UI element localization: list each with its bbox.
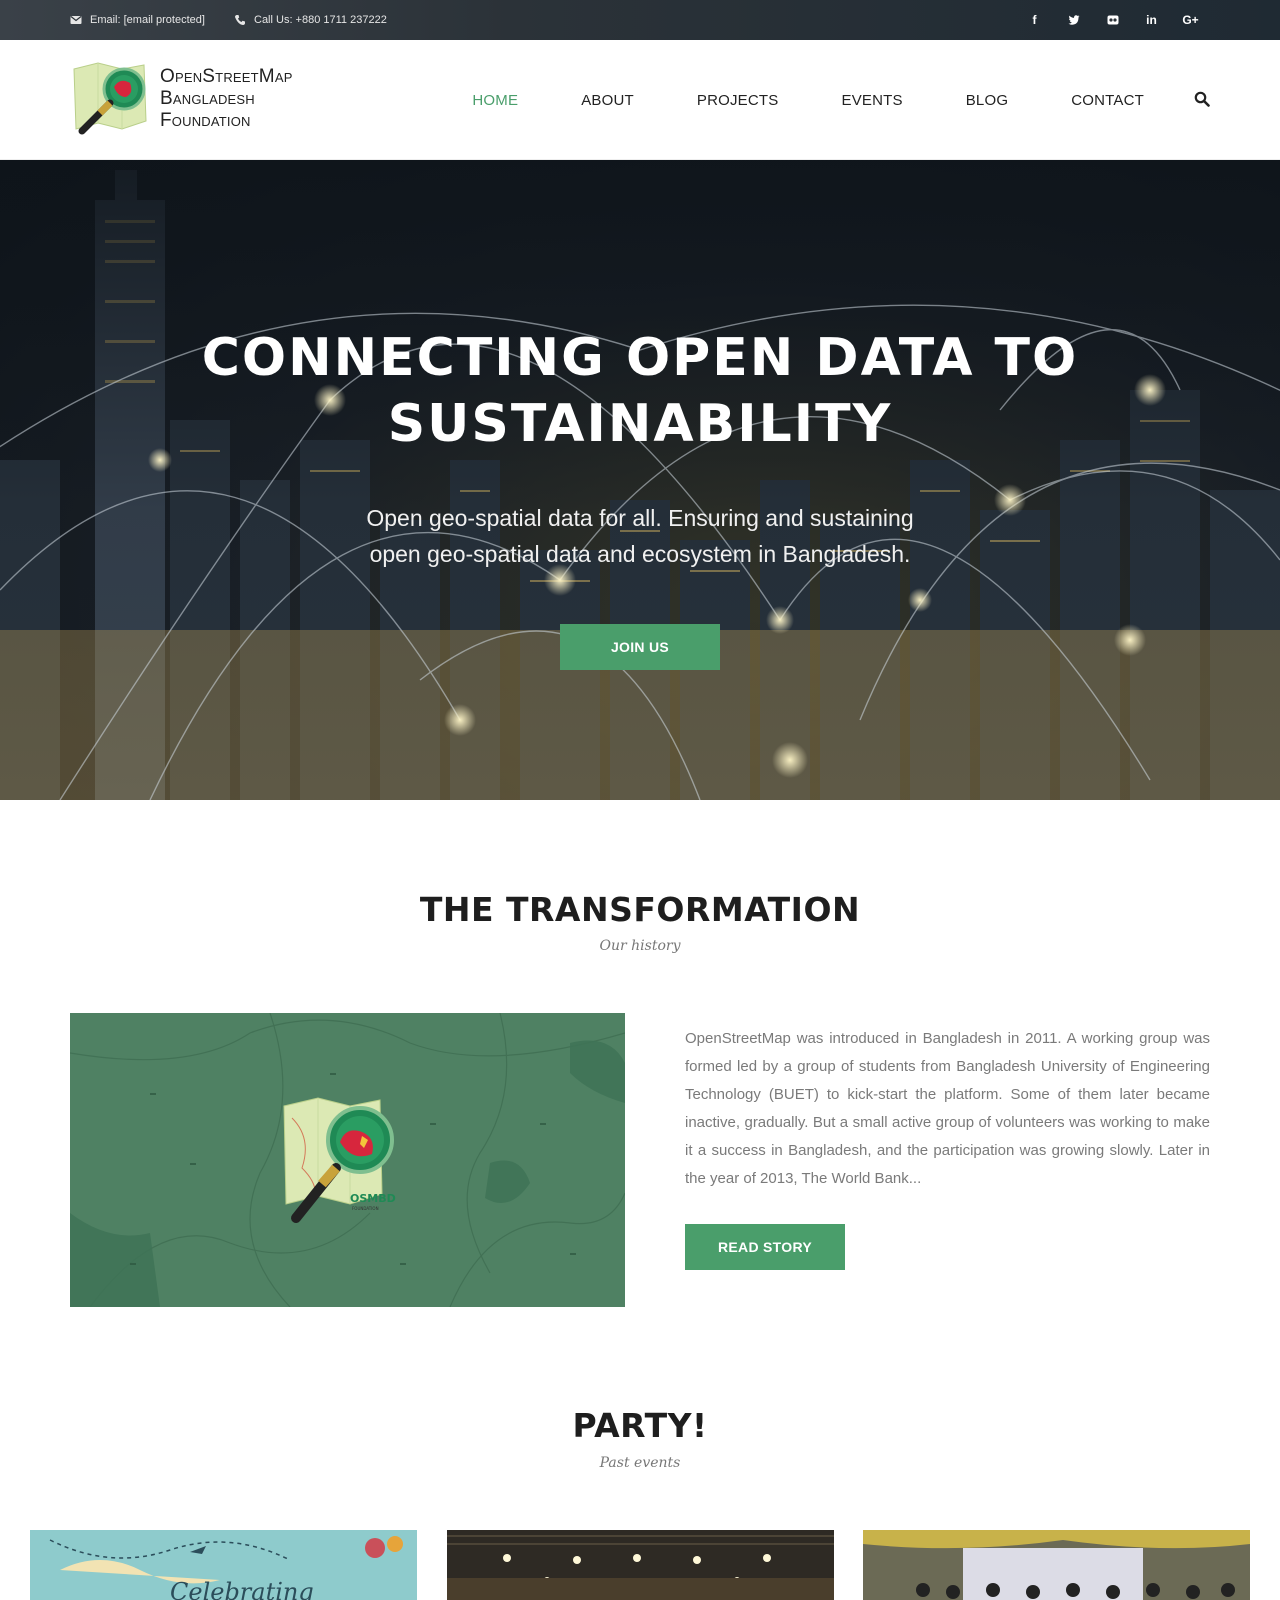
hero-banner: CONNECTING OPEN DATA TO SUSTAINABILITY O… (0, 160, 1280, 800)
top-bar: Email: [email protected] Call Us: +880 1… (0, 0, 1280, 40)
hero-title: CONNECTING OPEN DATA TO SUSTAINABILITY (0, 325, 1280, 457)
nav-contact[interactable]: CONTACT (1071, 92, 1144, 109)
nav-events[interactable]: EVENTS (842, 92, 903, 109)
hero-subtitle: Open geo-spatial data for all. Ensuring … (340, 500, 940, 572)
google-plus-icon[interactable]: G+ (1171, 0, 1210, 40)
logo-mark (70, 59, 150, 139)
envelope-icon (70, 16, 82, 24)
phone-contact[interactable]: Call Us: +880 1711 237222 (234, 0, 387, 40)
site-logo[interactable]: OpenStreetMap Bangladesh Foundation (70, 58, 330, 140)
social-links: f in G+ (1015, 0, 1210, 40)
site-header: OpenStreetMap Bangladesh Foundation HOME… (0, 40, 1280, 160)
events-title: PARTY! (572, 1406, 708, 1445)
map-logo-text: OSMBD (350, 1192, 396, 1205)
join-us-button[interactable]: JOIN US (560, 624, 720, 670)
event-card-1-text: Celebrating (170, 1578, 314, 1600)
twitter-icon[interactable] (1054, 0, 1093, 40)
nav-home[interactable]: HOME (472, 92, 518, 109)
osmbd-map-image: OSMBD FOUNDATION (70, 1013, 625, 1307)
read-story-button[interactable]: READ STORY (685, 1224, 845, 1270)
transformation-subtitle: Our history (599, 938, 681, 954)
search-icon[interactable] (1194, 91, 1212, 109)
nav-about[interactable]: ABOUT (581, 92, 634, 109)
email-contact[interactable]: Email: [email protected] (70, 0, 205, 40)
city-network-background (0, 160, 1280, 800)
logo-line-1: OpenStreetMap (160, 66, 293, 87)
linkedin-icon[interactable]: in (1132, 0, 1171, 40)
events-subtitle: Past events (599, 1455, 681, 1471)
nav-blog[interactable]: BLOG (966, 92, 1008, 109)
phone-text: Call Us: +880 1711 237222 (254, 14, 387, 26)
hero-subtitle-line-2: open geo-spatial data and ecosystem in B… (369, 541, 911, 567)
email-text: Email: [email protected] (90, 14, 205, 26)
facebook-icon[interactable]: f (1015, 0, 1054, 40)
map-logo-subtext: FOUNDATION (352, 1206, 379, 1211)
logo-text: OpenStreetMap Bangladesh Foundation (160, 66, 293, 132)
nav-projects[interactable]: PROJECTS (697, 92, 779, 109)
hero-title-line-2: SUSTAINABILITY (387, 394, 893, 454)
story-text: OpenStreetMap was introduced in Banglade… (685, 1030, 1210, 1187)
logo-line-2: Bangladesh (160, 88, 255, 109)
main-nav: HOME ABOUT PROJECTS EVENTS BLOG CONTACT (409, 40, 1212, 160)
phone-icon (235, 15, 245, 25)
flickr-icon[interactable] (1093, 0, 1132, 40)
transformation-title: THE TRANSFORMATION (419, 890, 861, 929)
hero-subtitle-line-1: Open geo-spatial data for all. Ensuring … (366, 505, 914, 531)
event-card-1[interactable]: Celebrating (30, 1530, 417, 1600)
hero-title-line-1: CONNECTING OPEN DATA TO (201, 328, 1079, 388)
event-card-2[interactable] (447, 1530, 834, 1600)
logo-line-3: Foundation (160, 110, 251, 131)
event-card-3[interactable] (863, 1530, 1250, 1600)
